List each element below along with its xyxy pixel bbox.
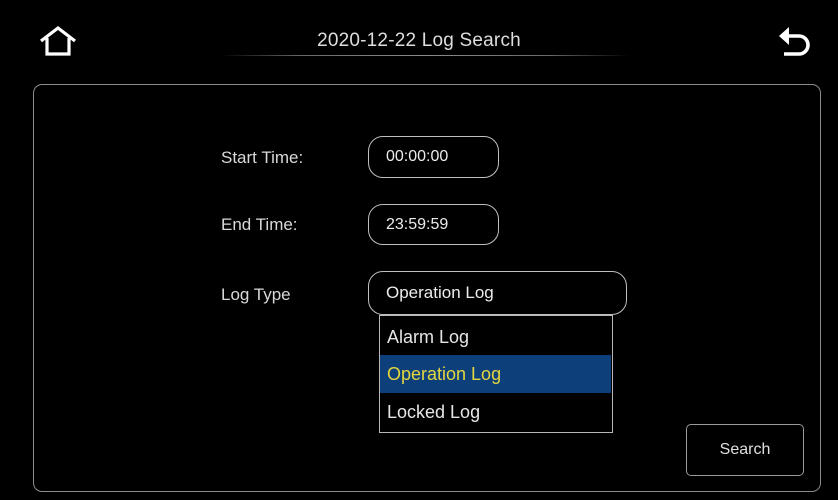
- end-time-input[interactable]: 23:59:59: [368, 204, 499, 245]
- log-type-dropdown: Alarm Log Operation Log Locked Log: [379, 315, 613, 433]
- log-type-select[interactable]: Operation Log: [368, 271, 627, 315]
- start-time-label: Start Time:: [221, 148, 304, 167]
- option-locked-log[interactable]: Locked Log: [380, 393, 611, 431]
- log-type-selected-value: Operation Log: [386, 283, 494, 302]
- header-bar: 2020-12-22 Log Search: [0, 0, 838, 76]
- start-time-input[interactable]: 00:00:00: [368, 136, 499, 178]
- log-type-label: Log Type: [221, 285, 291, 304]
- option-operation-log[interactable]: Operation Log: [380, 355, 611, 393]
- start-time-value: 00:00:00: [386, 148, 449, 165]
- end-time-value: 23:59:59: [386, 215, 449, 233]
- back-arrow-icon[interactable]: [776, 24, 814, 62]
- search-button[interactable]: Search: [686, 424, 804, 476]
- title-underline: [220, 55, 630, 56]
- option-alarm-log[interactable]: Alarm Log: [380, 318, 611, 356]
- end-time-label: End Time:: [221, 215, 298, 234]
- page-title: 2020-12-22 Log Search: [317, 30, 521, 51]
- log-search-screen: 2020-12-22 Log Search Start Time: 00:00:…: [0, 0, 838, 500]
